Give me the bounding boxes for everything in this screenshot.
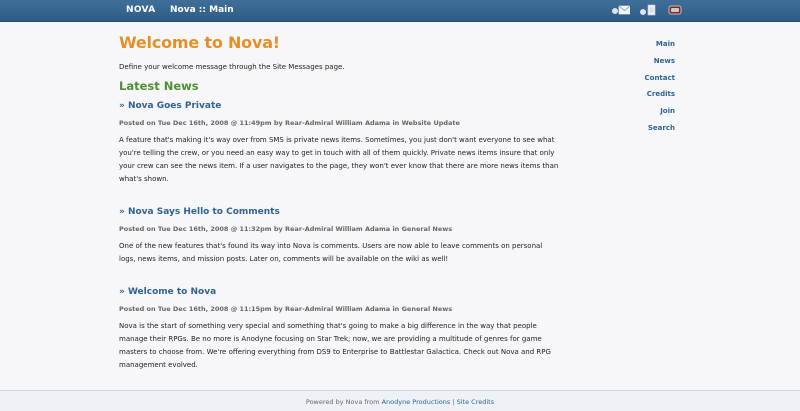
latest-news-heading: Latest News <box>119 79 199 93</box>
news-item: » Nova Goes Private Posted on Tue Dec 16… <box>119 101 559 186</box>
sidebar-navigation: Main News Contact Credits Join Search <box>645 39 676 140</box>
breadcrumb[interactable]: Nova :: Main <box>170 5 234 15</box>
sidebar-item-main[interactable]: Main <box>645 39 675 56</box>
page-title: Welcome to Nova! <box>119 33 280 52</box>
footer-separator: | <box>452 398 455 406</box>
sidebar-item-news[interactable]: News <box>645 56 675 73</box>
news-title-link[interactable]: » Welcome to Nova <box>119 287 559 297</box>
footer: Powered by Nova from Anodyne Productions… <box>0 390 800 411</box>
sidebar-item-join[interactable]: Join <box>645 106 675 123</box>
anodyne-link[interactable]: Anodyne Productions <box>382 398 451 406</box>
news-meta: Posted on Tue Dec 16th, 2008 @ 11:49pm b… <box>119 119 460 127</box>
news-meta: Posted on Tue Dec 16th, 2008 @ 11:32pm b… <box>119 225 453 233</box>
footer-powered-by: Powered by Nova from <box>305 398 380 406</box>
top-navigation-bar: NOVA Nova :: Main <box>0 0 800 22</box>
news-title-link[interactable]: » Nova Goes Private <box>119 101 559 111</box>
document-icon[interactable] <box>640 4 656 17</box>
sidebar-item-search[interactable]: Search <box>645 123 675 140</box>
login-icon[interactable] <box>668 4 682 16</box>
news-title-link[interactable]: » Nova Says Hello to Comments <box>119 207 559 217</box>
news-body: Nova is the start of something very spec… <box>119 322 551 369</box>
news-body: One of the new features that's found its… <box>119 242 543 263</box>
sidebar-item-contact[interactable]: Contact <box>645 73 676 90</box>
news-body: A feature that's making it's way over fr… <box>119 136 559 183</box>
main-content: Welcome to Nova! Define your welcome mes… <box>119 30 559 372</box>
welcome-message: Define your welcome message through the … <box>119 63 345 71</box>
brand-link[interactable]: NOVA <box>126 5 155 15</box>
news-item: » Welcome to Nova Posted on Tue Dec 16th… <box>119 287 559 372</box>
news-meta: Posted on Tue Dec 16th, 2008 @ 11:15pm b… <box>119 305 453 313</box>
news-item: » Nova Says Hello to Comments Posted on … <box>119 207 559 266</box>
site-credits-link[interactable]: Site Credits <box>457 398 494 406</box>
sidebar-item-credits[interactable]: Credits <box>645 89 675 106</box>
mail-icon[interactable] <box>612 4 630 16</box>
